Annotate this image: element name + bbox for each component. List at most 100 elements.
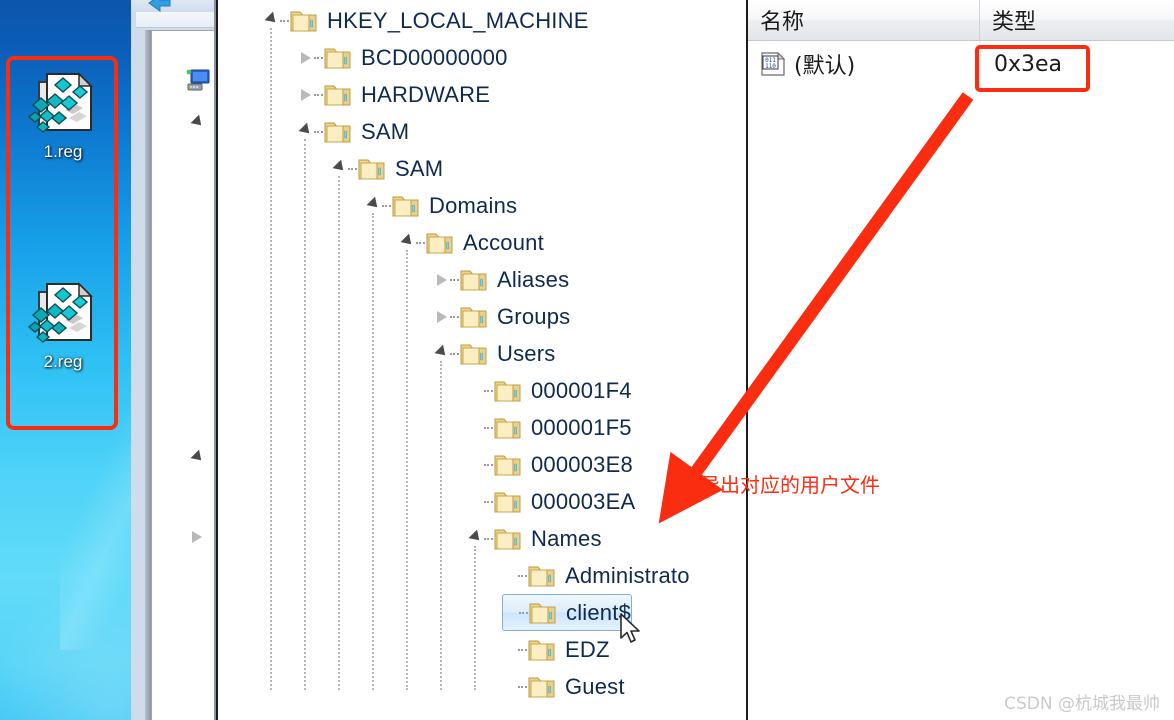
tree-item-label: EDZ [565,636,610,662]
folder-icon [290,8,318,34]
folder-icon [494,489,522,515]
tree-guide-line [304,139,306,690]
mouse-pointer-icon [620,613,644,647]
tree-connector [382,204,392,207]
registry-value-pane[interactable]: 名称 类型 011 110 (默认) 0x3ea [746,0,1174,720]
tree-connector [484,463,494,466]
collapse-arrow-icon[interactable] [298,50,314,66]
tree-connector [519,611,529,614]
tree-item-label: 000001F5 [531,414,632,440]
tree-item-label: Names [531,525,602,551]
folder-icon [494,452,522,478]
nav-collapse-arrow-icon[interactable] [192,531,202,543]
column-divider [979,41,981,87]
expand-arrow-icon[interactable] [332,159,348,177]
tree-item[interactable]: 000003EA [468,483,635,520]
tree-item-label: HKEY_LOCAL_MACHINE [327,7,589,33]
tree-guide-line [338,176,340,690]
collapse-arrow-icon[interactable] [298,87,314,103]
tree-connector [280,19,290,22]
tree-connector [518,685,528,688]
tree-guide-line [440,361,442,690]
folder-icon [528,674,556,700]
tree-item-label: SAM [395,155,444,181]
computer-icon[interactable] [185,69,211,93]
explorer-window-edge [131,0,224,720]
folder-icon [494,378,522,404]
tree-item[interactable]: Names [468,520,602,557]
registry-tree-pane[interactable]: HKEY_LOCAL_MACHINE BCD00000000 HARDWARE … [216,0,746,720]
tree-item-label: Account [463,229,544,255]
tree-item[interactable]: Users [434,335,555,372]
folder-icon [528,637,556,663]
folder-icon [529,600,557,626]
screen: 1.reg 2.reg HKEY_LOCAL_MACHINE BCD000000… [0,0,1174,720]
tree-item-label: 000001F4 [531,377,632,403]
tree-connector [450,315,460,318]
tree-item-label: BCD00000000 [361,44,508,70]
tree-guide-line [406,250,408,690]
tree-item[interactable]: SAM [298,113,409,150]
tree-connector [484,389,494,392]
tree-connector [484,500,494,503]
tree-item[interactable]: 000001F4 [468,372,632,409]
tree-item-label: Users [497,340,556,366]
desktop-background: 1.reg 2.reg [0,0,131,720]
nav-expand-arrow-icon[interactable] [190,449,206,465]
folder-icon [460,341,488,367]
tree-item-label: 000003EA [531,488,636,514]
tree-item[interactable]: Groups [434,298,570,335]
tree-connector [314,56,324,59]
tree-item[interactable]: SAM [332,150,443,187]
collapse-arrow-icon[interactable] [434,272,450,288]
tree-item[interactable]: HARDWARE [298,76,490,113]
tree-item[interactable]: Domains [366,187,517,224]
folder-icon [528,563,556,589]
tree-connector [348,167,358,170]
tree-item[interactable]: Administrato [502,557,690,594]
expand-arrow-icon[interactable] [264,11,280,29]
tree-item[interactable]: client$ [502,594,632,631]
tree-item-label: 000003E8 [531,451,633,477]
tree-guide-line [270,28,272,690]
tree-item[interactable]: 000001F5 [468,409,632,446]
folder-icon [324,82,352,108]
tree-item[interactable]: EDZ [502,631,610,668]
expand-arrow-icon[interactable] [298,122,314,140]
tree-item[interactable]: Guest [502,668,625,705]
tree-connector [314,93,324,96]
folder-icon [494,526,522,552]
tree-item[interactable]: Aliases [434,261,569,298]
folder-icon [494,415,522,441]
window-titlebar-strip [131,0,216,12]
back-arrow-icon[interactable] [146,0,172,12]
tree-item-label: SAM [361,118,410,144]
tree-item-label: Aliases [497,266,570,292]
tree-item[interactable]: HKEY_LOCAL_MACHINE [264,2,589,39]
tree-item[interactable]: BCD00000000 [298,39,508,76]
tree-item[interactable]: Account [400,224,544,261]
expand-arrow-icon[interactable] [366,196,382,214]
folder-icon [460,267,488,293]
tree-item-label: Groups [497,303,571,329]
tree-item[interactable]: 000003E8 [468,446,633,483]
collapse-arrow-icon[interactable] [434,309,450,325]
navigation-pane[interactable] [151,30,224,720]
expand-arrow-icon[interactable] [400,233,416,251]
expand-arrow-icon[interactable] [468,529,484,547]
tree-connector [484,426,494,429]
tree-connector [518,648,528,651]
tree-item-label: Guest [565,673,625,699]
folder-icon [460,304,488,330]
nav-expand-arrow-icon[interactable] [190,114,206,130]
folder-icon [324,45,352,71]
folder-icon [358,156,386,182]
expand-arrow-icon[interactable] [434,344,450,362]
tree-item-label: Domains [429,192,518,218]
tree-connector [518,574,528,577]
